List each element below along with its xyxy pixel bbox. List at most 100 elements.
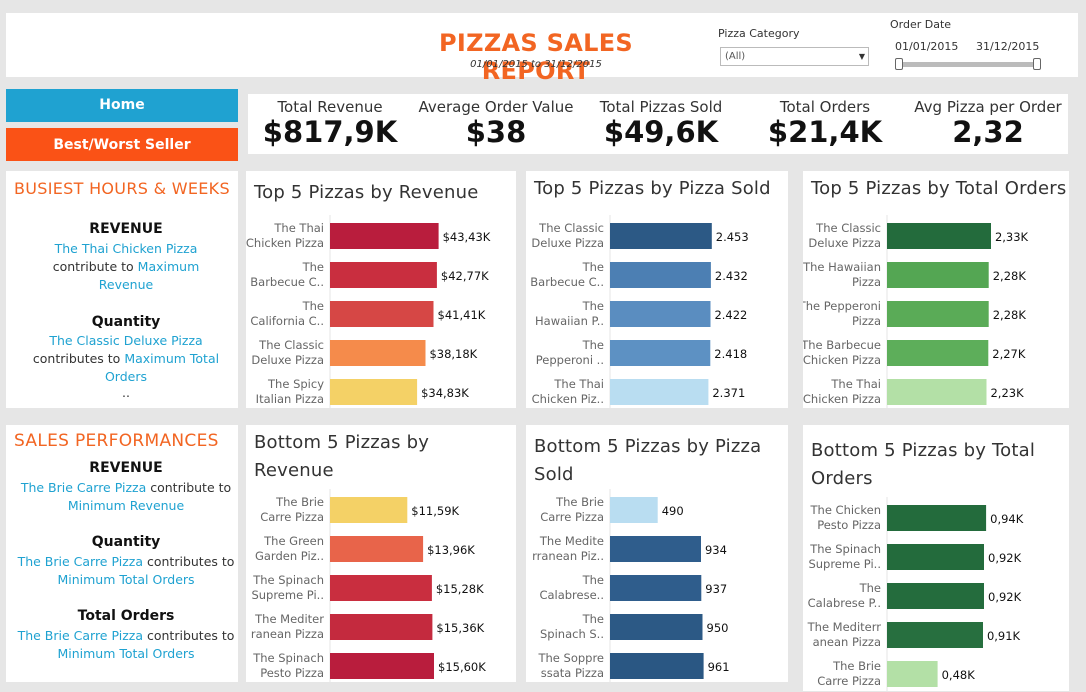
bar[interactable] xyxy=(887,301,989,327)
value-label: 950 xyxy=(707,621,729,635)
category-label: The Spinach Pesto Pizza xyxy=(252,651,324,680)
category-label: The Brie Carre Pizza xyxy=(540,495,604,524)
value-label: $13,96K xyxy=(427,543,475,557)
order-date-slider-start-handle[interactable] xyxy=(895,58,903,70)
kpi-avg-pizza-per-order: Avg Pizza per Order 2,32 xyxy=(906,94,1070,148)
bar[interactable] xyxy=(887,223,991,249)
sales-title: SALES PERFORMANCES xyxy=(14,431,219,451)
bar[interactable] xyxy=(610,614,703,640)
category-label: The Brie Carre Pizza xyxy=(817,659,881,688)
bar[interactable] xyxy=(610,262,711,288)
order-date-label: Order Date xyxy=(890,18,952,31)
value-label: 2,28K xyxy=(993,269,1027,283)
bar[interactable] xyxy=(330,340,426,366)
category-label: The Brie Carre Pizza xyxy=(260,495,324,524)
bar[interactable] xyxy=(610,497,658,523)
chart-title: Bottom 5 Pizzas by Revenue xyxy=(254,432,430,481)
value-label: 490 xyxy=(662,504,684,518)
bar[interactable] xyxy=(887,379,987,405)
bar[interactable] xyxy=(887,340,989,366)
busiest-quantity-heading: Quantity xyxy=(91,314,161,330)
sales-revenue-text: The Brie Carre Pizza contribute to xyxy=(6,480,246,495)
chart-bottom-orders: The Chicken Pesto Pizza 0,94K The Spinach Su… xyxy=(807,497,1024,691)
order-date-start: 01/01/2015 xyxy=(895,40,959,53)
value-label: $34,83K xyxy=(421,386,469,400)
busiest-quantity-mid: contributes to xyxy=(32,351,121,366)
kpi-average-order-value: Average Order Value $38 xyxy=(414,94,578,148)
bar[interactable] xyxy=(887,661,938,687)
category-label: The Classic Deluxe Pizza xyxy=(531,221,604,250)
bar[interactable] xyxy=(330,536,424,562)
bar[interactable] xyxy=(887,262,989,288)
bar[interactable] xyxy=(330,301,434,327)
order-date-end: 31/12/2015 xyxy=(976,40,1040,53)
pizza-category-value: (All) xyxy=(725,51,746,62)
kpi-label: Average Order Value xyxy=(418,98,574,116)
kpi-label: Total Orders xyxy=(779,98,871,116)
category-label: The Mediterranean Pizza xyxy=(251,612,324,641)
sales-revenue-heading: REVENUE xyxy=(89,460,163,476)
order-date-slider-track[interactable] xyxy=(898,62,1038,67)
bar[interactable] xyxy=(330,379,418,405)
category-label: The Pepperoni .. xyxy=(536,338,604,367)
bar[interactable] xyxy=(610,379,709,405)
busiest-revenue-max: Maximum xyxy=(137,259,200,274)
value-label: 2,28K xyxy=(993,308,1027,322)
bar[interactable] xyxy=(610,653,704,679)
chart-title: Top 5 Pizzas by Revenue xyxy=(254,182,479,203)
bar[interactable] xyxy=(887,622,983,648)
kpi-total-revenue: Total Revenue $817,9K xyxy=(248,94,412,148)
bar[interactable] xyxy=(610,536,701,562)
value-label: 961 xyxy=(708,660,730,674)
sales-revenue-tail: Minimum Revenue xyxy=(67,498,185,513)
category-label: The Classic Deluxe Pizza xyxy=(251,338,324,367)
bar[interactable] xyxy=(887,544,984,570)
value-label: 2.432 xyxy=(715,269,748,283)
report-date-range: 01/01/2015 to 31/12/2015 xyxy=(470,59,602,70)
category-label: The Thai Chicken Piz.. xyxy=(532,377,604,406)
kpi-total-pizzas-sold: Total Pizzas Sold $49,6K xyxy=(579,94,743,148)
kpi-label: Total Pizzas Sold xyxy=(599,98,723,116)
chart-bottom-sold: The Brie Carre Pizza 490 The Medite rranean … xyxy=(532,489,730,682)
category-label: The Spinach Supreme Pi.. xyxy=(251,573,324,602)
value-label: $42,77K xyxy=(441,269,489,283)
pizza-category-dropdown[interactable]: (All) ▼ xyxy=(720,47,869,66)
bar[interactable] xyxy=(887,583,984,609)
bar[interactable] xyxy=(330,262,437,288)
kpi-label: Total Revenue xyxy=(277,98,383,116)
best-worst-seller-button[interactable]: Best/Worst Seller xyxy=(6,128,238,161)
bar[interactable] xyxy=(330,614,433,640)
bar[interactable] xyxy=(330,223,439,249)
bar[interactable] xyxy=(610,223,712,249)
value-label: 2.453 xyxy=(716,230,749,244)
category-label: The Classic Deluxe Pizza xyxy=(808,221,881,250)
bar[interactable] xyxy=(610,301,711,327)
sales-performance-panel: SALES PERFORMANCES REVENUE The Brie Carr… xyxy=(6,425,238,682)
chart-title: Top 5 Pizzas by Total Orders xyxy=(811,178,1067,199)
pizza-category-label: Pizza Category xyxy=(718,27,800,40)
bar[interactable] xyxy=(330,497,408,523)
category-label: The Hawaiian Pizza xyxy=(803,260,881,289)
category-label: The Calabrese.. xyxy=(539,573,604,602)
sales-quantity-text: The Brie Carre Pizza contributes to xyxy=(6,554,246,569)
value-label: $43,43K xyxy=(443,230,491,244)
bar[interactable] xyxy=(330,653,434,679)
category-label: The California C.. xyxy=(250,299,324,328)
bar[interactable] xyxy=(887,505,987,531)
bar[interactable] xyxy=(610,340,711,366)
order-date-slider-end-handle[interactable] xyxy=(1033,58,1041,70)
bar[interactable] xyxy=(330,575,432,601)
chart-title: Top 5 Pizzas by Pizza Sold xyxy=(534,178,771,199)
busiest-revenue-heading: REVENUE xyxy=(89,221,163,237)
busiest-revenue-mid: contribute to xyxy=(52,259,134,274)
value-label: $15,28K xyxy=(436,582,484,596)
busiest-quantity-text: contributes to Maximum Total xyxy=(6,351,246,366)
chart-top-orders: The Classic Deluxe Pizza 2,33K The Hawaiian… xyxy=(803,215,1029,408)
sales-orders-mid: contributes to xyxy=(146,628,235,643)
value-label: 2.418 xyxy=(714,347,747,361)
busiest-title: BUSIEST HOURS & WEEKS xyxy=(14,179,230,198)
value-label: 934 xyxy=(705,543,727,557)
home-button[interactable]: Home xyxy=(6,89,238,122)
bar[interactable] xyxy=(610,575,702,601)
sales-quantity-heading: Quantity xyxy=(91,534,161,550)
